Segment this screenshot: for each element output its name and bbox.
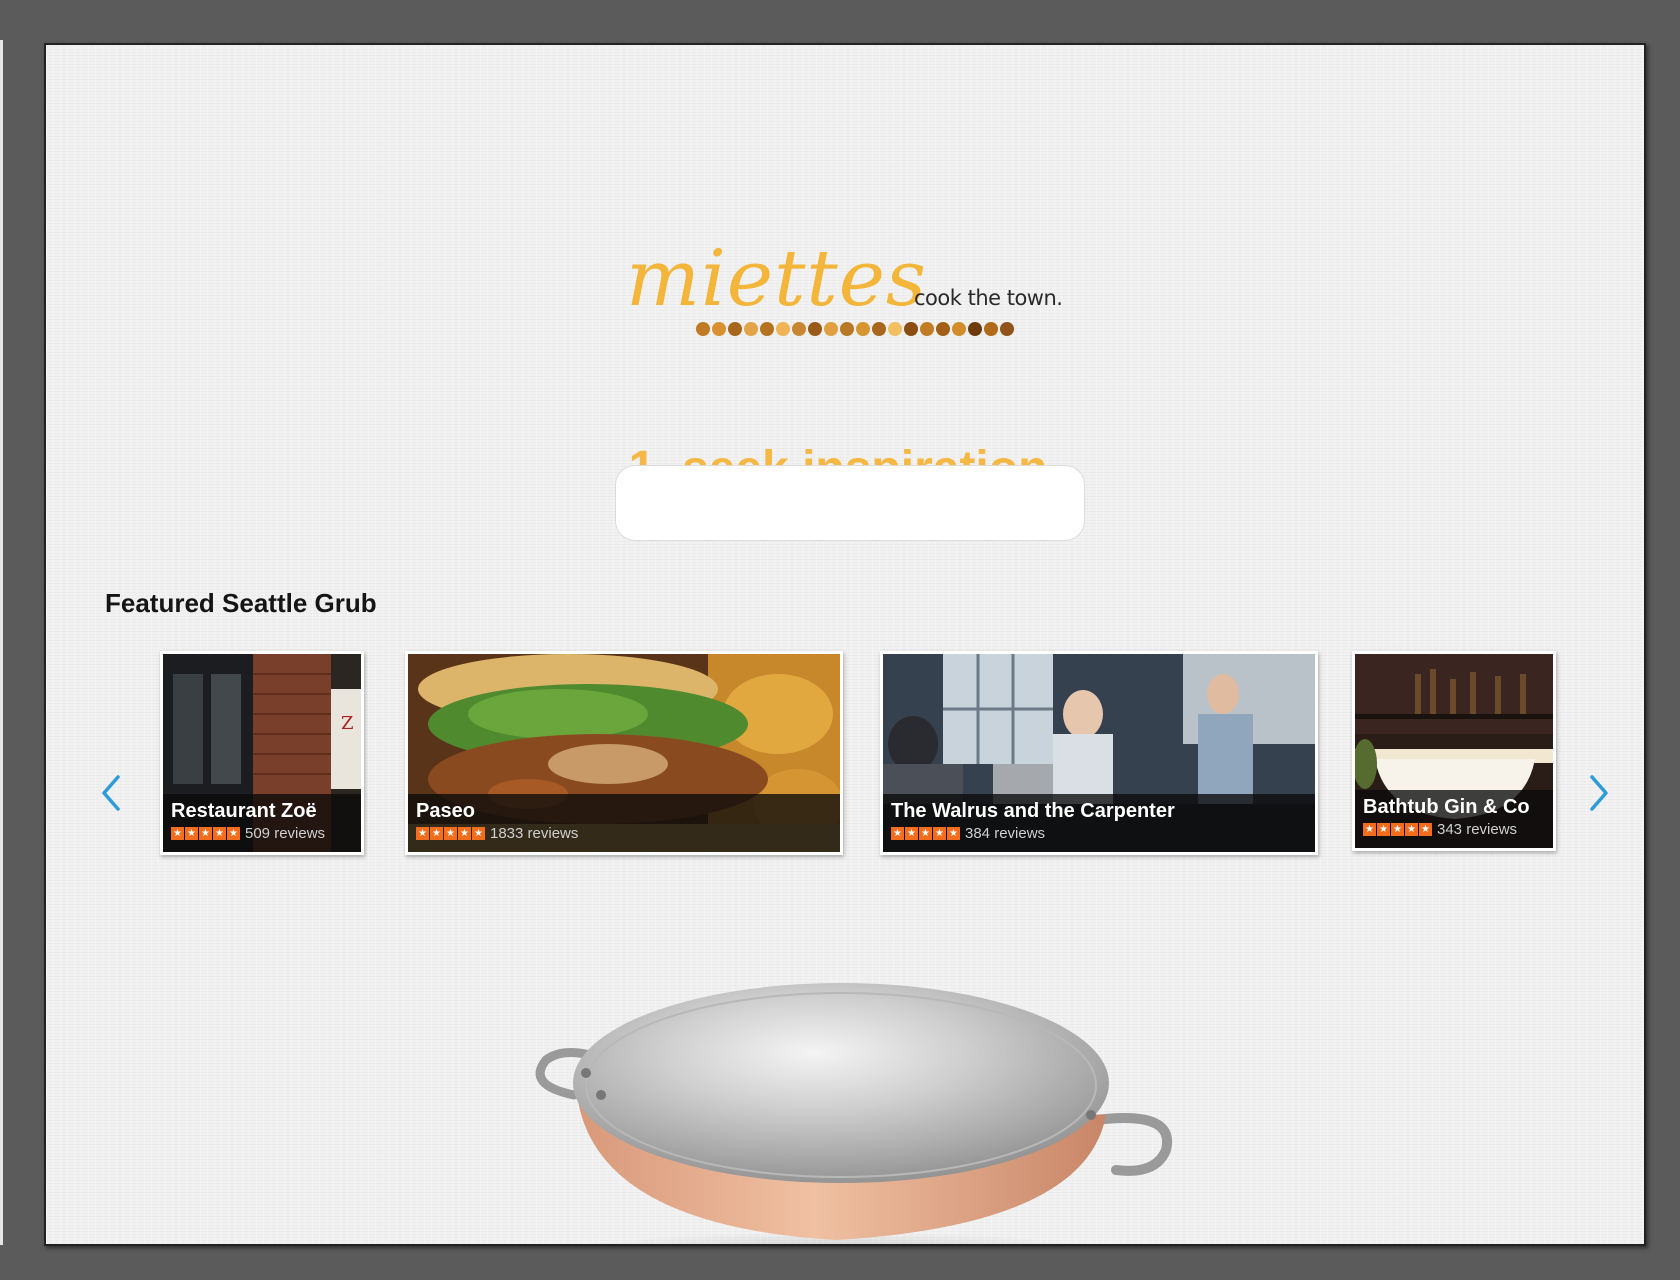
featured-card-walrus-and-carpenter[interactable]: The Walrus and the Carpenter ★ ★ ★ ★ ★ 384 r… [880,651,1318,855]
food-dot-icon [968,322,982,336]
star-icon: ★ [430,827,443,840]
featured-card-restaurant-zoe[interactable]: Z Restaurant Zoë ★ ★ ★ ★ ★ 509 reviews [160,651,364,855]
featured-card-paseo[interactable]: Paseo ★ ★ ★ ★ ★ 1833 reviews [405,651,843,855]
star-icon: ★ [905,827,918,840]
star-icon: ★ [1391,823,1404,836]
card-name: Restaurant Zoë [171,800,317,822]
food-dot-icon [840,322,854,336]
star-rating: ★ ★ ★ ★ ★ [891,827,960,840]
star-icon: ★ [171,827,184,840]
food-dot-icon [936,322,950,336]
star-icon: ★ [919,827,932,840]
card-name: Paseo [416,800,475,822]
card-meta: ★ ★ ★ ★ ★ 509 reviews [171,825,353,842]
star-icon: ★ [1363,823,1376,836]
card-caption: Bathtub Gin & Co ★ ★ ★ ★ ★ 343 reviews [1355,790,1553,848]
logo-tagline: cook the town. [914,286,1063,310]
star-icon: ★ [1377,823,1390,836]
pan-image [535,983,1173,1244]
star-icon: ★ [416,827,429,840]
star-half-icon: ★ [227,827,240,840]
star-half-icon: ★ [472,827,485,840]
food-dot-icon [712,322,726,336]
search-input[interactable] [615,465,1085,541]
card-name: The Walrus and the Carpenter [891,800,1175,822]
star-icon: ★ [1405,823,1418,836]
food-dot-icon [728,322,742,336]
food-dot-icon [984,322,998,336]
food-dot-icon [1000,322,1014,336]
food-dot-icon [904,322,918,336]
food-dot-icon [808,322,822,336]
food-dot-icon [872,322,886,336]
star-rating: ★ ★ ★ ★ ★ [416,827,485,840]
star-rating: ★ ★ ★ ★ ★ [171,827,240,840]
page-canvas: miettes cook the town. 1. seek inspirati… [44,43,1646,1246]
card-meta: ★ ★ ★ ★ ★ 1833 reviews [416,825,832,842]
window-edge [0,40,3,1245]
chevron-right-icon [1590,775,1608,811]
card-photo: Bathtub Gin & Co ★ ★ ★ ★ ★ 343 reviews [1355,654,1553,848]
card-photo: The Walrus and the Carpenter ★ ★ ★ ★ ★ 384 r… [883,654,1315,852]
food-dot-icon [760,322,774,336]
card-review-count: 343 reviews [1437,821,1518,838]
star-icon: ★ [458,827,471,840]
food-dot-icon [920,322,934,336]
card-meta: ★ ★ ★ ★ ★ 343 reviews [1363,821,1545,838]
star-icon: ★ [891,827,904,840]
card-review-count: 509 reviews [245,825,326,842]
card-photo: Paseo ★ ★ ★ ★ ★ 1833 reviews [408,654,840,852]
star-half-icon: ★ [1419,823,1432,836]
star-icon: ★ [185,827,198,840]
food-dot-icon [744,322,758,336]
food-dot-icon [824,322,838,336]
card-review-count: 1833 reviews [490,825,579,842]
featured-section-title: Featured Seattle Grub [105,588,377,618]
carousel-prev-button[interactable] [96,773,126,813]
logo-wordmark: miettes [626,234,927,324]
card-meta: ★ ★ ★ ★ ★ 384 reviews [891,825,1307,842]
card-review-count: 384 reviews [965,825,1046,842]
svg-text:Z: Z [341,713,354,734]
card-name: Bathtub Gin & Co [1363,796,1530,818]
logo-food-dots [696,322,1014,336]
star-half-icon: ★ [947,827,960,840]
food-dot-icon [696,322,710,336]
card-caption: Paseo ★ ★ ★ ★ ★ 1833 reviews [408,794,840,852]
card-caption: Restaurant Zoë ★ ★ ★ ★ ★ 509 reviews [163,794,361,852]
food-dot-icon [792,322,806,336]
chevron-left-icon [102,775,120,811]
food-dot-icon [888,322,902,336]
star-icon: ★ [444,827,457,840]
food-dot-icon [952,322,966,336]
star-icon: ★ [199,827,212,840]
star-rating: ★ ★ ★ ★ ★ [1363,823,1432,836]
food-dot-icon [776,322,790,336]
food-dot-icon [856,322,870,336]
featured-card-bathtub-gin[interactable]: Bathtub Gin & Co ★ ★ ★ ★ ★ 343 reviews [1352,651,1556,851]
star-icon: ★ [933,827,946,840]
copper-pan-illustration [486,965,1206,1244]
carousel-next-button[interactable] [1584,773,1614,813]
card-caption: The Walrus and the Carpenter ★ ★ ★ ★ ★ 384 r… [883,794,1315,852]
card-photo: Z Restaurant Zoë ★ ★ ★ ★ ★ 509 reviews [163,654,361,852]
star-icon: ★ [213,827,226,840]
brand-logo[interactable]: miettes cook the town. [626,195,1106,355]
